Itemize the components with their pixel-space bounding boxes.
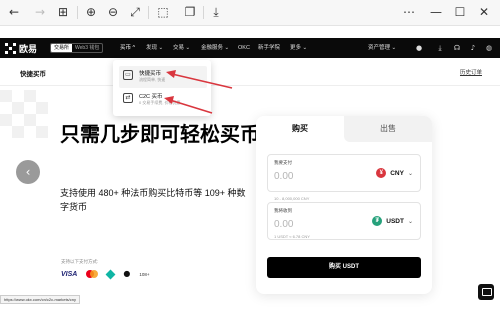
asset-manage-menu[interactable]: 资产管理 ⌄: [368, 43, 396, 53]
hero-title: 只需几步即可轻松买币: [60, 124, 260, 146]
receive-currency-code: USDT: [386, 217, 404, 225]
mode-switch: 交易所 Web3 钱包: [50, 43, 104, 53]
nav-item-okc[interactable]: OKC: [238, 43, 250, 53]
minimize-icon[interactable]: —: [428, 4, 444, 20]
receive-amount-input[interactable]: 0.00: [274, 219, 293, 230]
tab-web3-wallet[interactable]: Web3 钱包: [72, 44, 102, 52]
pay-currency-code: CNY: [390, 169, 404, 177]
menu-item-desc: 0 交易手续费, 价格优惠: [139, 100, 181, 105]
nav-item-buy[interactable]: 买币 ^: [120, 43, 135, 53]
zoom-out-icon[interactable]: ⊖: [105, 4, 121, 20]
receive-label: 我将收到: [274, 208, 292, 213]
page-title: 快捷买币: [20, 71, 46, 78]
new-tab-icon[interactable]: ⬚: [155, 4, 171, 20]
pay-currency-select[interactable]: ¥ CNY ⌄: [376, 168, 413, 178]
zoom-in-icon[interactable]: ⊕: [83, 4, 99, 20]
buy-crypto-dropdown: ▭ 快捷买币 流程简单, 快速 ⇄ C2C 买币 0 交易手续费, 价格优惠: [113, 60, 211, 116]
exchange-rate-hint: 1 USDT ≈ 6.78 CNY: [274, 234, 310, 239]
menu-item-title: C2C 买币: [139, 94, 163, 100]
nav-item-discover[interactable]: 发现 ⌄: [146, 43, 163, 53]
copy-icon[interactable]: ❐: [182, 4, 198, 20]
more-payment-count: 108+: [139, 271, 150, 277]
trade-card: 购买 出售 我要支付 0.00 ¥ CNY ⌄ 10 - 8,000,000 C…: [256, 116, 432, 294]
tab-exchange[interactable]: 交易所: [51, 44, 73, 52]
globe-icon[interactable]: ◍: [484, 42, 494, 54]
user-icon[interactable]: ●: [414, 42, 424, 54]
menu-item-title: 快捷买币: [139, 71, 162, 77]
mastercard-icon: [86, 270, 99, 278]
apps-grid-icon[interactable]: ⊞: [55, 4, 71, 20]
c2c-icon: ⇄: [123, 93, 133, 103]
download-icon[interactable]: ⤓: [208, 4, 224, 20]
nav-item-label: 更多: [290, 45, 302, 51]
tab-buy[interactable]: 购买: [256, 116, 344, 142]
toolbar-divider: [203, 6, 204, 19]
card-icon: ▭: [123, 70, 133, 80]
apple-icon: ●: [123, 269, 131, 278]
nav-item-academy[interactable]: 新手学院: [258, 43, 280, 53]
payment-methods: VISA ● 108+: [61, 269, 150, 279]
chevron-down-icon: ⌄: [407, 217, 413, 225]
menu-item-quick-buy[interactable]: ▭ 快捷买币 流程简单, 快速: [119, 66, 207, 88]
toolbar-divider: [77, 6, 78, 19]
visa-logo: VISA: [61, 270, 78, 278]
diamond-icon: [105, 269, 116, 279]
close-icon[interactable]: ✕: [476, 4, 492, 20]
forward-icon[interactable]: →: [32, 4, 48, 20]
nav-item-label: 金融服务: [201, 45, 224, 51]
nav-item-label: 买币: [120, 45, 132, 51]
logo-mark-icon: [5, 42, 16, 54]
carousel-prev-button[interactable]: ‹: [16, 160, 40, 184]
receive-currency-select[interactable]: ₮ USDT ⌄: [372, 216, 413, 226]
bell-icon[interactable]: ♪: [468, 42, 478, 54]
chat-support-icon[interactable]: [478, 284, 494, 300]
nav-item-label: 交易: [173, 45, 185, 51]
support-icon[interactable]: ☊: [452, 42, 462, 54]
pay-amount-input[interactable]: 0.00: [274, 171, 293, 182]
nav-item-label: 发现: [146, 45, 158, 51]
page-subheader: 快捷买币 历史订单: [0, 58, 500, 86]
menu-item-desc: 流程简单, 快速: [139, 77, 166, 82]
status-bar-url: https://www.okx.com/cn/c2c-markets/cny: [0, 295, 81, 304]
history-orders-link[interactable]: 历史订单: [460, 68, 482, 76]
brand-logo[interactable]: 欧易: [5, 42, 37, 54]
nav-item-trade[interactable]: 交易 ⌄: [173, 43, 190, 53]
maximize-icon[interactable]: ☐: [452, 4, 468, 20]
menu-item-c2c-buy[interactable]: ⇄ C2C 买币 0 交易手续费, 价格优惠: [119, 89, 207, 111]
background-pattern: [0, 90, 60, 150]
payment-methods-label: 支持以下支付方式:: [61, 259, 99, 264]
cny-icon: ¥: [376, 168, 387, 178]
browser-toolbar: ← → ⊞ ⊕ ⊖ ⤢ ⬚ ❐ ⤓ ⋯ — ☐ ✕: [0, 0, 500, 26]
buy-usdt-button[interactable]: 购买 USDT: [267, 257, 421, 278]
hero-subtitle: 支持使用 480+ 种法币购买比特币等 109+ 种数字货币: [60, 188, 246, 212]
tab-sell[interactable]: 出售: [344, 116, 432, 142]
chevron-down-icon: ⌄: [407, 169, 413, 177]
more-icon[interactable]: ⋯: [401, 4, 417, 20]
usdt-icon: ₮: [372, 216, 383, 226]
nav-item-more[interactable]: 更多 ⌄: [290, 43, 307, 53]
expand-icon[interactable]: ⤢: [127, 4, 143, 20]
asset-manage-label: 资产管理: [368, 45, 391, 51]
brand-name: 欧易: [19, 43, 38, 54]
pay-range-hint: 10 - 8,000,000 CNY: [274, 196, 310, 201]
download-icon[interactable]: ⤓: [435, 42, 445, 54]
nav-item-finance[interactable]: 金融服务 ⌄: [201, 43, 229, 53]
site-nav: 欧易 交易所 Web3 钱包 买币 ^ 发现 ⌄ 交易 ⌄ 金融服务 ⌄ OKC…: [0, 38, 500, 58]
pay-amount-field[interactable]: 我要支付 0.00 ¥ CNY ⌄: [267, 154, 421, 192]
back-icon[interactable]: ←: [6, 4, 22, 20]
pay-label: 我要支付: [274, 160, 292, 165]
toolbar-divider: [148, 6, 149, 19]
